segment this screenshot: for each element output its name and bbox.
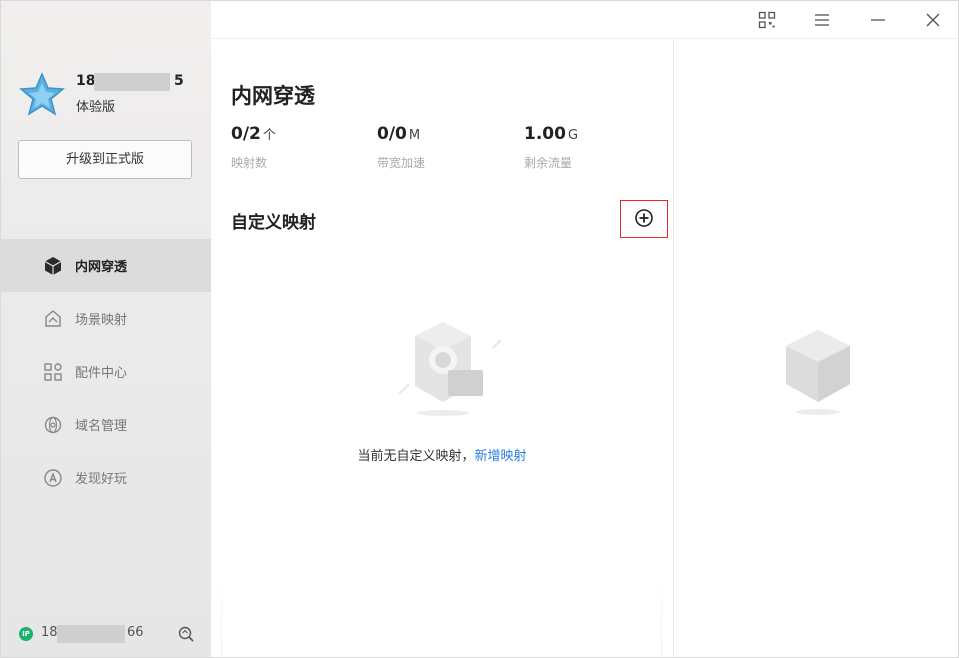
page-title: 内网穿透	[231, 84, 315, 108]
domain-globe-icon	[43, 415, 63, 435]
grid-apps-icon	[43, 362, 63, 382]
stat-traffic: 1.00 G 剩余流量	[524, 124, 578, 171]
section-title: 自定义映射	[231, 213, 316, 233]
nav-label: 域名管理	[75, 419, 128, 434]
nav-item-accessories[interactable]: 配件中心	[1, 345, 211, 398]
nav-label: 场景映射	[75, 313, 128, 328]
ip-mask	[57, 625, 125, 643]
qr-code-icon[interactable]	[757, 10, 777, 30]
cube-icon	[43, 256, 63, 276]
minimize-icon[interactable]	[868, 10, 888, 30]
ip-suffix: 66	[127, 625, 144, 640]
ip-badge: IP	[19, 627, 33, 641]
nav-label: 内网穿透	[75, 260, 128, 275]
user-plan: 体验版	[76, 100, 116, 115]
ip-search-icon[interactable]	[177, 625, 195, 643]
compass-icon	[43, 468, 63, 488]
close-icon[interactable]	[923, 10, 943, 30]
sidebar: 18 5 体验版 升级到正式版 内网穿透 场景映射 配件中心 域名管理 发现好玩…	[1, 1, 211, 657]
stat-label: 剩余流量	[524, 156, 573, 170]
stat-unit: 个	[262, 128, 276, 143]
empty-cube-icon	[780, 326, 856, 418]
title-bar	[211, 1, 958, 39]
ip-status: IP 18 66	[19, 625, 199, 643]
scene-map-icon	[43, 309, 63, 329]
stat-unit: G	[567, 128, 579, 143]
avatar-star-icon[interactable]	[19, 71, 65, 117]
panel-edge-left	[221, 560, 222, 657]
empty-state-text: 当前无自定义映射，新增映射	[211, 445, 673, 464]
ip-prefix: 18	[41, 625, 58, 640]
empty-state-illustration-icon	[393, 318, 513, 418]
nav-item-domain[interactable]: 域名管理	[1, 398, 211, 451]
stat-label: 带宽加速	[377, 156, 426, 170]
stat-unit: M	[408, 128, 421, 143]
nav-label: 发现好玩	[75, 472, 128, 487]
user-phone: 18 5	[76, 73, 186, 91]
empty-message: 当前无自定义映射，	[357, 449, 475, 464]
detail-panel	[674, 40, 958, 657]
stat-label: 映射数	[231, 156, 268, 170]
app-window: 18 5 体验版 升级到正式版 内网穿透 场景映射 配件中心 域名管理 发现好玩…	[0, 0, 959, 658]
nav-item-scene[interactable]: 场景映射	[1, 292, 211, 345]
phone-mask	[94, 73, 170, 91]
plus-circle-icon	[634, 208, 654, 231]
menu-icon[interactable]	[812, 10, 832, 30]
user-phone-prefix: 18	[76, 73, 96, 89]
add-mapping-link[interactable]: 新增映射	[475, 449, 527, 464]
stat-mappings: 0/2 个 映射数	[231, 124, 276, 171]
stat-value: 0/0	[377, 124, 407, 144]
nav-item-discover[interactable]: 发现好玩	[1, 451, 211, 504]
nav-menu: 内网穿透 场景映射 配件中心 域名管理 发现好玩	[1, 239, 211, 504]
stat-bandwidth: 0/0 M 带宽加速	[377, 124, 425, 171]
add-mapping-button[interactable]	[620, 200, 668, 238]
main-panel: 内网穿透 0/2 个 映射数 0/0 M 带宽加速 1.00 G 剩余流量 自定义映射	[211, 40, 673, 657]
nav-label: 配件中心	[75, 366, 128, 381]
stat-value: 0/2	[231, 124, 261, 144]
panel-edge-right	[661, 560, 662, 657]
stat-value: 1.00	[524, 124, 566, 144]
upgrade-button[interactable]: 升级到正式版	[18, 140, 192, 179]
user-phone-suffix: 5	[174, 73, 184, 89]
nav-item-intranet[interactable]: 内网穿透	[1, 239, 211, 292]
